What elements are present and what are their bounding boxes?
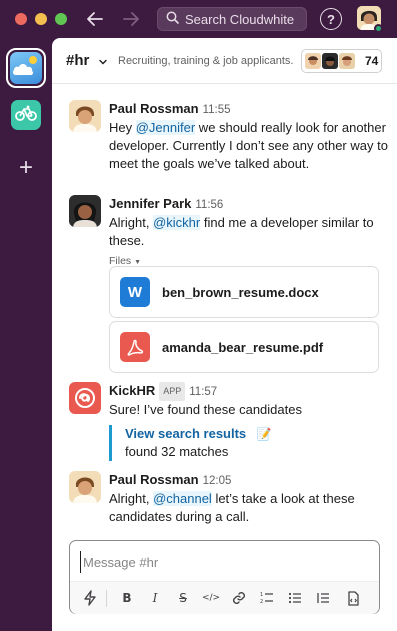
author-name[interactable]: KickHR (109, 383, 155, 398)
view-search-results-link[interactable]: View search results (125, 426, 246, 441)
code-icon[interactable]: </> (201, 588, 221, 608)
message-text: Alright, @channel let’s take a look at t… (109, 491, 355, 524)
message-input[interactable] (80, 551, 370, 573)
file-name: amanda_bear_resume.pdf (162, 339, 324, 355)
timestamp[interactable]: 11:55 (203, 104, 231, 116)
pdf-icon (120, 332, 150, 362)
caret-down-icon: ▼ (134, 259, 142, 266)
app-badge: APP (159, 382, 186, 401)
code-block-icon[interactable] (343, 588, 363, 608)
workspace-cloudwhite[interactable] (6, 48, 46, 88)
search-placeholder: Search Cloudwhite (185, 11, 295, 27)
member-count: 74 (365, 54, 379, 68)
mention-link[interactable]: @Jennifer (135, 120, 196, 135)
member-avatar (339, 53, 355, 69)
title-bar: Search Cloudwhite ? (0, 0, 397, 38)
kickhr-logo-icon[interactable] (69, 382, 101, 414)
avatar[interactable] (69, 100, 101, 132)
svg-text:1: 1 (260, 592, 263, 598)
italic-icon[interactable]: I (145, 588, 165, 608)
channel-topic: Recruiting, training & job applicants. (118, 55, 294, 67)
author-name[interactable]: Paul Rossman (109, 101, 199, 116)
message-composer: B I S </> 12 (69, 540, 380, 614)
member-avatar (305, 53, 321, 69)
blockquote-icon[interactable] (313, 588, 333, 608)
file-attachment[interactable]: W ben_brown_resume.docx (109, 266, 379, 318)
ordered-list-icon[interactable]: 12 (257, 588, 277, 608)
lightning-icon[interactable] (80, 588, 100, 608)
toolbar-divider (106, 590, 107, 607)
message-text: Alright, @kickhr find me a developer sim… (109, 215, 374, 248)
formatting-toolbar: B I S </> 12 (70, 581, 379, 614)
file-attachment[interactable]: amanda_bear_resume.pdf (109, 321, 379, 373)
message-text: Sure! I’ve found these candidates (109, 402, 302, 417)
svg-text:2: 2 (260, 599, 263, 605)
channel-name[interactable]: #hr (66, 52, 89, 69)
member-avatar (322, 53, 338, 69)
help-icon[interactable]: ? (320, 8, 342, 30)
add-workspace-button[interactable]: + (14, 156, 38, 180)
mention-link[interactable]: @kickhr (153, 215, 201, 230)
avatar[interactable] (69, 195, 101, 227)
close-window-button[interactable] (15, 13, 27, 25)
author-name[interactable]: Jennifer Park (109, 196, 191, 211)
message-text: Hey @Jennifer we should really look for … (109, 120, 388, 171)
memo-icon: 📝 (256, 427, 272, 441)
workspace-bike[interactable] (11, 100, 41, 130)
file-name: ben_brown_resume.docx (162, 284, 319, 300)
channel-view: #hr Recruiting, training & job applicant… (52, 38, 397, 631)
link-icon[interactable] (229, 588, 249, 608)
zoom-window-button[interactable] (55, 13, 67, 25)
minimize-window-button[interactable] (35, 13, 47, 25)
word-doc-icon: W (120, 277, 150, 307)
timestamp[interactable]: 11:57 (189, 386, 217, 398)
message-body: KickHR APP 11:57 Sure! I’ve found these ca… (109, 382, 389, 419)
members-button[interactable]: 74 (301, 49, 382, 73)
timestamp[interactable]: 11:56 (195, 199, 223, 211)
presence-indicator (374, 24, 383, 33)
message-body: Paul Rossman 11:55 Hey @Jennifer we shoul… (109, 100, 389, 173)
bicycle-icon (15, 105, 37, 126)
forward-arrow-icon[interactable] (120, 8, 142, 30)
chevron-down-icon[interactable] (98, 54, 108, 65)
search-bar[interactable]: Search Cloudwhite (157, 7, 307, 31)
message-body: Paul Rossman 12:05 Alright, @channel let’… (109, 471, 389, 526)
bulleted-list-icon[interactable] (285, 588, 305, 608)
strikethrough-icon[interactable]: S (173, 588, 193, 608)
workspace-rail: + (0, 38, 52, 631)
mention-link[interactable]: @channel (153, 491, 212, 506)
bold-icon[interactable]: B (117, 588, 137, 608)
match-count: found 32 matches (125, 444, 229, 459)
avatar[interactable] (69, 471, 101, 503)
search-results-attachment: View search results 📝 found 32 matches (109, 425, 349, 461)
search-icon (166, 11, 179, 27)
cloud-icon (10, 52, 42, 84)
back-arrow-icon[interactable] (84, 8, 106, 30)
author-name[interactable]: Paul Rossman (109, 472, 199, 487)
timestamp[interactable]: 12:05 (203, 475, 232, 487)
message-body: Jennifer Park 11:56 Alright, @kickhr find… (109, 195, 389, 267)
channel-header: #hr Recruiting, training & job applicant… (52, 38, 397, 84)
